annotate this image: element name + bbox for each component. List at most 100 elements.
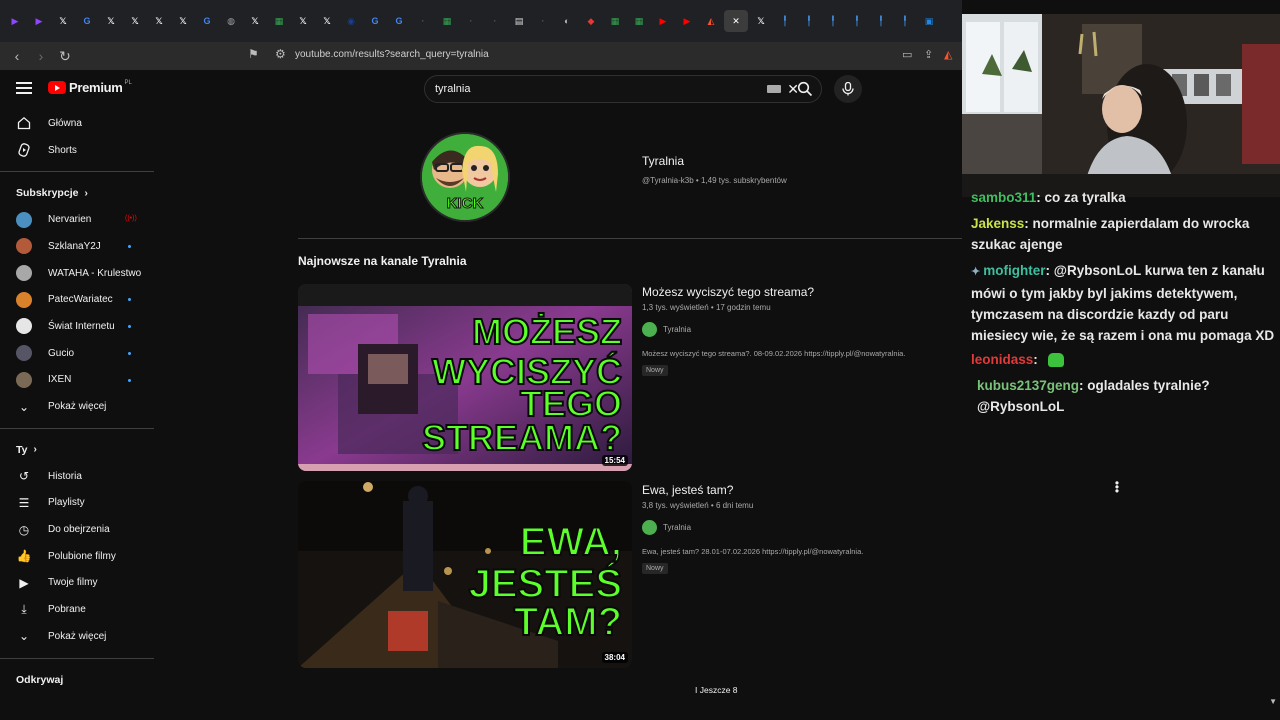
voice-search-button[interactable]: [834, 75, 862, 103]
browser-tab[interactable]: ╿: [846, 10, 868, 32]
browser-tab[interactable]: ◭: [700, 10, 722, 32]
search-icon[interactable]: [797, 81, 813, 97]
menu-icon[interactable]: [16, 82, 32, 94]
browser-tab[interactable]: ╿: [774, 10, 796, 32]
channel-avatar[interactable]: KICK: [420, 132, 510, 222]
you-heading[interactable]: Ty ›: [0, 437, 154, 463]
more-options-icon[interactable]: • • •: [1113, 477, 1121, 497]
browser-tab[interactable]: G: [388, 10, 410, 32]
video-channel[interactable]: Tyralnia: [642, 322, 691, 337]
sidebar-subscription-item[interactable]: SzklanaY2J: [0, 233, 154, 260]
browser-tab[interactable]: 𝕏: [148, 10, 170, 32]
browser-tab[interactable]: G: [364, 10, 386, 32]
browser-tab[interactable]: ◍: [220, 10, 242, 32]
subscriptions-heading[interactable]: Subskrypcje ›: [0, 180, 154, 206]
sidebar-item[interactable]: 👍 Polubione filmy: [0, 543, 154, 570]
scroll-down-icon[interactable]: ▼: [1269, 697, 1277, 706]
chat-username[interactable]: leonidass: [971, 352, 1033, 367]
browser-tab[interactable]: G: [196, 10, 218, 32]
keyboard-icon[interactable]: [767, 85, 782, 93]
browser-tab[interactable]: ◉: [340, 10, 362, 32]
site-info-icon[interactable]: ⚙: [275, 47, 286, 61]
sidebar-subscription-item[interactable]: Nervarien ((•)): [0, 206, 154, 233]
browser-tab[interactable]: ◐: [556, 10, 578, 32]
video-thumbnail[interactable]: MOŻESZ WYCISZYĆ TEGO STREAMA? 15:54: [298, 284, 632, 471]
browser-tab[interactable]: ·: [484, 10, 506, 32]
forward-icon[interactable]: ›: [30, 45, 52, 67]
explore-heading[interactable]: Odkrywaj: [0, 667, 154, 693]
sidebar-subscription-item[interactable]: Świat Internetu: [0, 313, 154, 340]
globe-icon: ◍: [227, 15, 235, 26]
browser-tab[interactable]: ▦: [268, 10, 290, 32]
browser-tab[interactable]: ╿: [870, 10, 892, 32]
sidebar-item-label: Playlisty: [48, 497, 85, 509]
browser-tab[interactable]: 𝕏: [172, 10, 194, 32]
browser-tab[interactable]: ▶: [652, 10, 674, 32]
sidebar-item[interactable]: ▶ Twoje filmy: [0, 570, 154, 597]
thumbnail-text-line: EWA,: [520, 520, 622, 564]
share-icon[interactable]: ⇪: [924, 48, 933, 61]
browser-tab[interactable]: ▤: [508, 10, 530, 32]
video-thumbnail[interactable]: EWA, JESTEŚ TAM? 38:04: [298, 481, 632, 668]
chat-username[interactable]: Jakenss: [971, 216, 1024, 231]
browser-tab[interactable]: ╿: [798, 10, 820, 32]
sidebar-item-shorts[interactable]: Shorts: [0, 137, 154, 164]
bookmark-icon[interactable]: ⚑: [248, 47, 259, 61]
browser-tab[interactable]: 𝕏: [52, 10, 74, 32]
browser-tab[interactable]: ·: [460, 10, 482, 32]
browser-tab[interactable]: ▦: [628, 10, 650, 32]
browser-tab[interactable]: ·: [412, 10, 434, 32]
sidebar-item-home[interactable]: Główna: [0, 110, 154, 137]
browser-tab[interactable]: ✕: [724, 10, 748, 32]
sidebar-subscription-item[interactable]: PatecWariatec: [0, 286, 154, 313]
sidebar-subscription-item[interactable]: Gucio: [0, 340, 154, 367]
browser-tab[interactable]: ▦: [604, 10, 626, 32]
browser-tab[interactable]: 𝕏: [750, 10, 772, 32]
video-channel[interactable]: Tyralnia: [642, 520, 691, 535]
browser-tab[interactable]: G: [76, 10, 98, 32]
sidebar-subscription-item[interactable]: WATAHA - Krulestwo: [0, 260, 154, 287]
browser-tab[interactable]: ▣: [918, 10, 940, 32]
sidebar-item[interactable]: ◷ Do obejrzenia: [0, 516, 154, 543]
browser-tab[interactable]: ◆: [580, 10, 602, 32]
brave-shield-icon[interactable]: ◭: [944, 48, 952, 61]
video-title[interactable]: Ewa, jesteś tam?: [642, 483, 733, 497]
video-title[interactable]: Możesz wyciszyć tego streama?: [642, 285, 814, 299]
browser-tab[interactable]: ▶: [676, 10, 698, 32]
browser-tab[interactable]: ·: [532, 10, 554, 32]
channel-name[interactable]: Tyralnia: [642, 154, 684, 168]
show-more-subscriptions[interactable]: ⌄ Pokaż więcej: [0, 393, 154, 420]
history-icon: ↺: [18, 469, 30, 484]
url-text[interactable]: youtube.com/results?search_query=tyralni…: [295, 49, 489, 60]
browser-tab[interactable]: 𝕏: [124, 10, 146, 32]
reload-icon[interactable]: ↻: [54, 45, 76, 67]
browser-tab[interactable]: 𝕏: [100, 10, 122, 32]
search-input[interactable]: tyralnia: [435, 83, 767, 95]
chat-username[interactable]: kubus2137geng: [977, 378, 1079, 393]
show-more-you[interactable]: ⌄ Pokaż więcej: [0, 623, 154, 650]
browser-tab[interactable]: 𝕏: [244, 10, 266, 32]
sidebar-item[interactable]: ☰ Playlisty: [0, 490, 154, 517]
sidebar-item[interactable]: ↺ Historia: [0, 463, 154, 490]
sidebar-item[interactable]: ⤓ Pobrane: [0, 596, 154, 623]
browser-tab[interactable]: ╿: [894, 10, 916, 32]
search-box[interactable]: tyralnia ✕: [424, 75, 822, 103]
channel-avatar-text: KICK: [447, 195, 484, 212]
browser-tab[interactable]: 𝕏: [316, 10, 338, 32]
webcam-feed: [962, 14, 1280, 197]
chat-username[interactable]: mofighter: [983, 263, 1045, 278]
browser-tab[interactable]: ▦: [436, 10, 458, 32]
browser-tab[interactable]: ▶: [28, 10, 50, 32]
back-icon[interactable]: ‹: [6, 45, 28, 67]
install-app-icon[interactable]: ▭: [902, 48, 912, 61]
chat-username[interactable]: sambo311: [971, 190, 1036, 205]
browser-tab[interactable]: 𝕏: [292, 10, 314, 32]
new-content-dot-icon: [128, 245, 131, 249]
youtube-logo[interactable]: Premium PL: [48, 80, 132, 95]
browser-tab[interactable]: ▶: [4, 10, 26, 32]
sidebar-subscription-item[interactable]: IXEN: [0, 367, 154, 394]
browser-tab[interactable]: ╿: [822, 10, 844, 32]
brave-icon: ◭: [707, 15, 715, 26]
sidebar-item-label: Główna: [48, 117, 82, 129]
show-more-videos[interactable]: I Jeszcze 8: [695, 685, 738, 695]
